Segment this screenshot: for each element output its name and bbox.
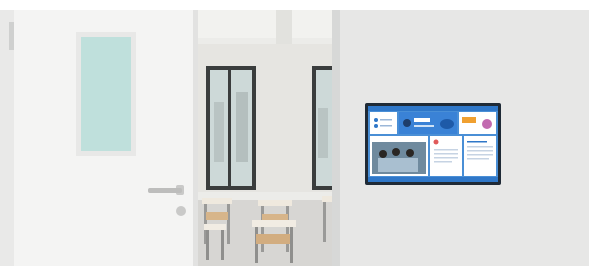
door-window-glass	[81, 37, 131, 151]
door-edge	[193, 10, 198, 266]
outside-building	[214, 102, 224, 162]
outside-building	[236, 92, 248, 162]
display-top-bar	[368, 106, 498, 111]
ceiling-beam	[276, 10, 292, 44]
classroom-ceiling	[198, 10, 332, 38]
display-bottom-bar	[368, 177, 498, 182]
wall-display	[365, 103, 501, 185]
door-keyhole	[176, 206, 186, 216]
display-panel-info	[370, 112, 397, 134]
door-frame-right	[332, 10, 340, 266]
scene-svg	[0, 0, 589, 266]
classroom-door-scene	[0, 0, 589, 266]
classroom-window-1-mullion	[228, 70, 231, 186]
door-hinge	[9, 22, 14, 50]
outside-building	[318, 108, 328, 158]
door-handle-lever	[148, 188, 182, 193]
classroom-floor	[198, 200, 332, 266]
